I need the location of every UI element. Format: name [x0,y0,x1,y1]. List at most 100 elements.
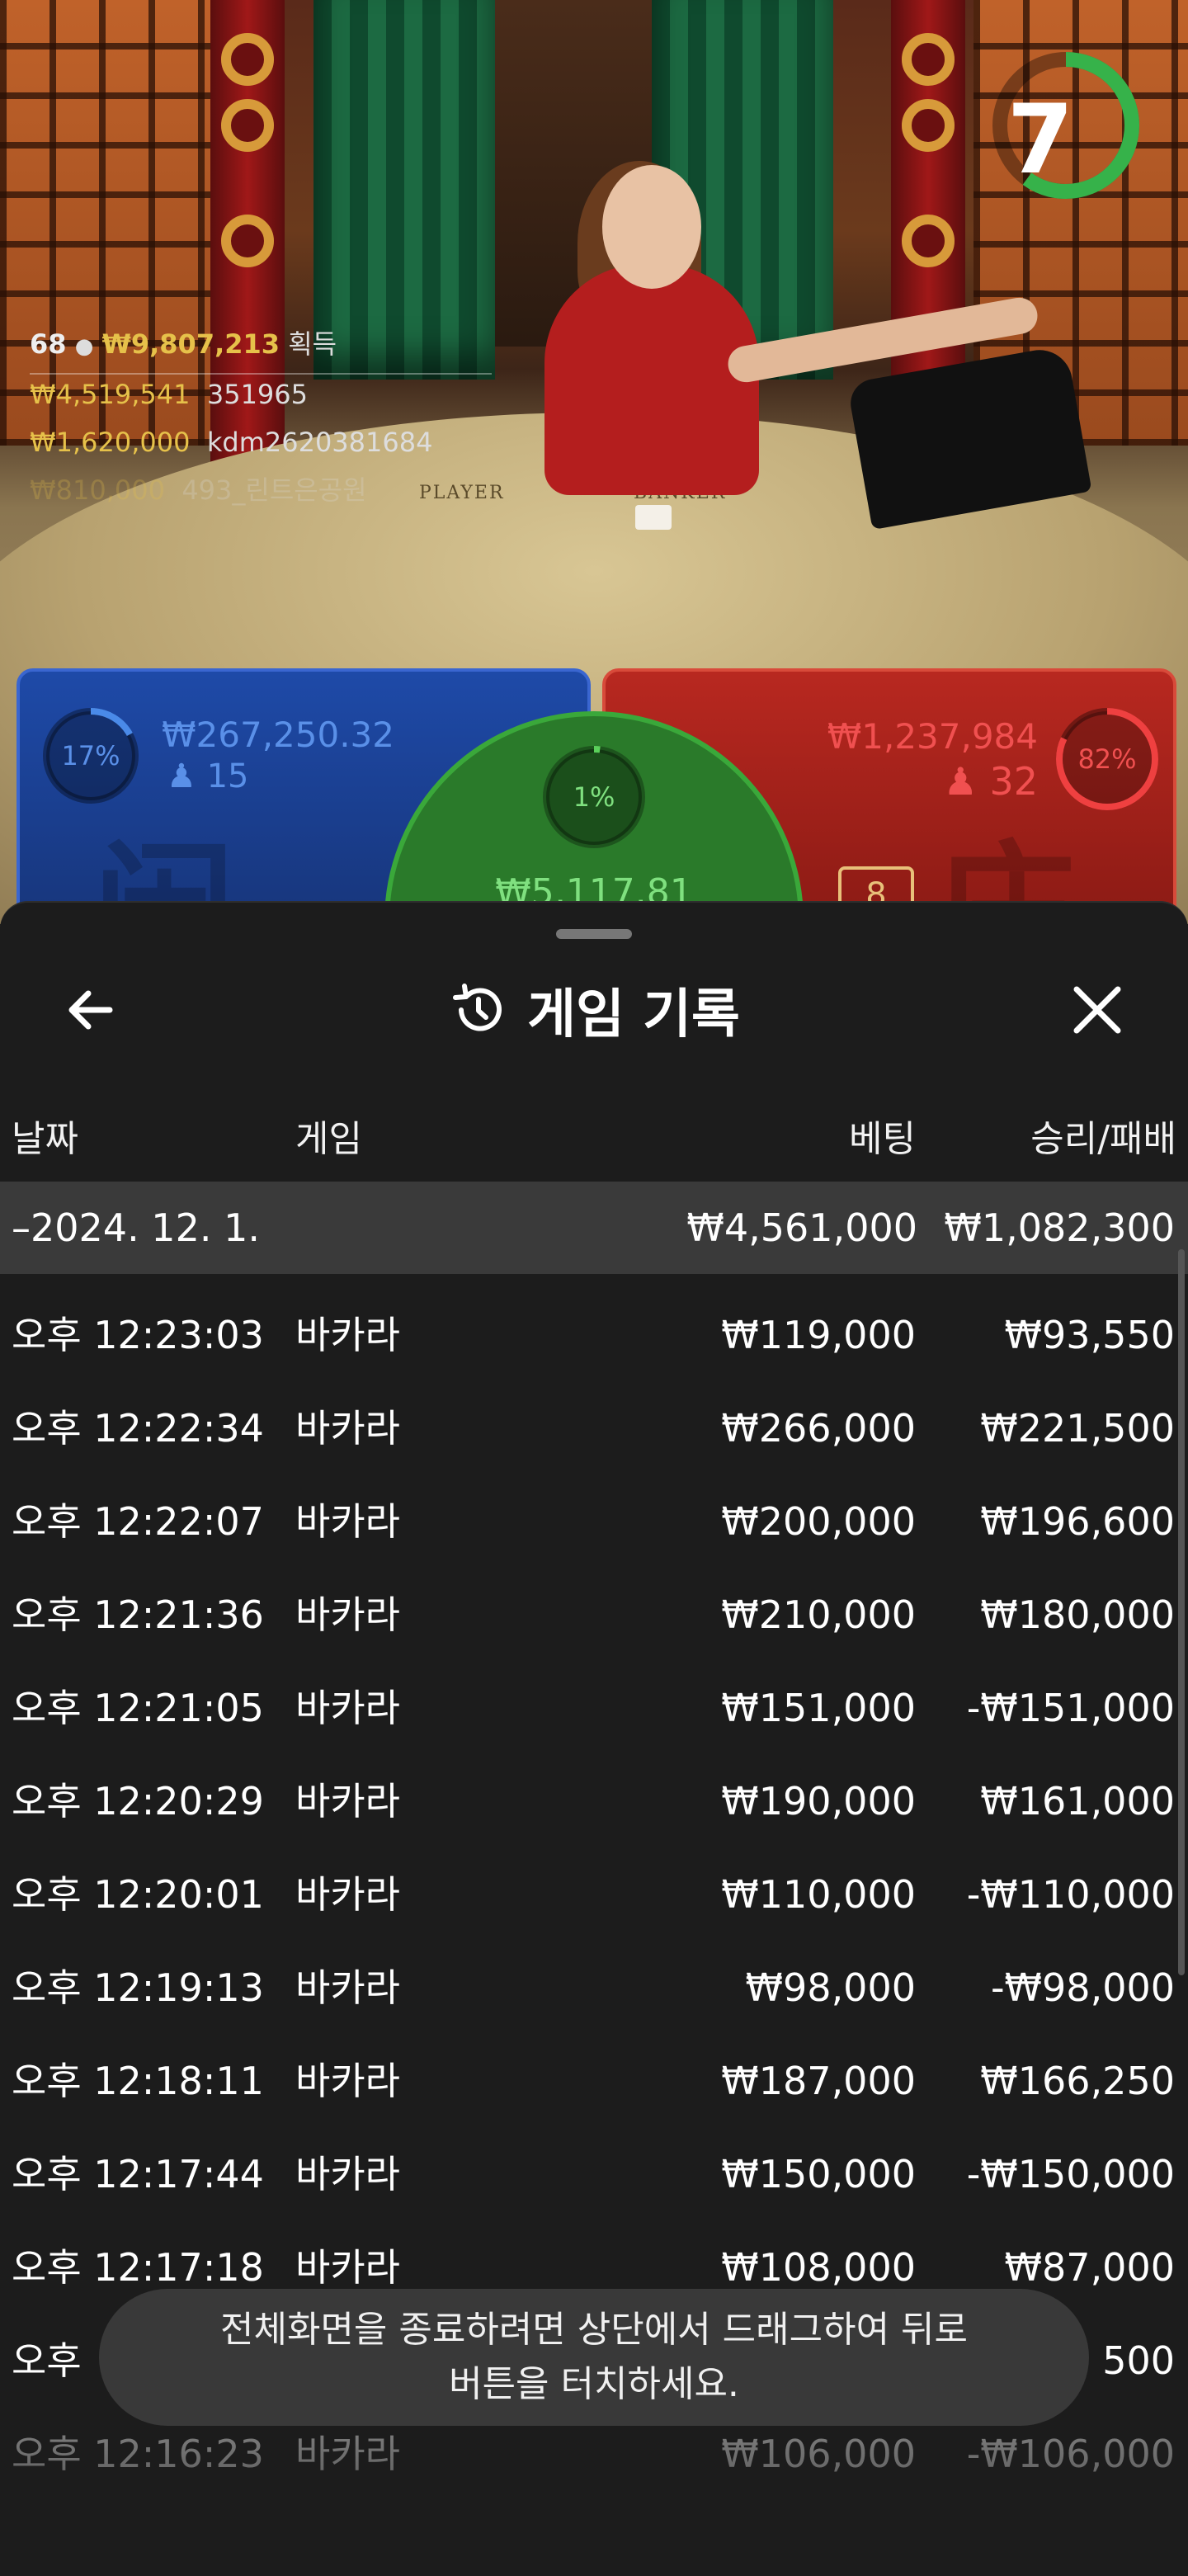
dealer-face [602,165,701,289]
winner-entry: ₩4,519,541 351965 [30,370,432,418]
arrow-left-icon [68,990,113,1030]
pillar-ornament [221,33,274,86]
player-count-value: 15 [206,757,249,795]
history-row[interactable]: 오후 12:18:11 바카라 ₩187,000 ₩166,250 [0,2035,1188,2127]
history-row[interactable]: 오후 12:19:13 바카라 ₩98,000 -₩98,000 [0,1941,1188,2034]
row-result: -₩150,000 [966,2152,1175,2196]
close-icon [1073,986,1121,1034]
winner-amount: ₩4,519,541 [30,379,191,410]
history-row[interactable]: 오후 12:23:03 바카라 ₩119,000 ₩93,550 [0,1289,1188,1381]
back-button[interactable] [50,969,132,1051]
sheet-drag-handle[interactable] [556,929,632,939]
group-result-total: ₩1,082,300 [944,1205,1175,1250]
row-time: 오후 [12,2338,82,2383]
row-bet: ₩210,000 [721,1592,916,1637]
history-icon [453,984,502,1031]
row-game: 바카라 [295,1592,400,1637]
winner-entry: ₩1,620,000 kdm2620381684 [30,418,432,466]
row-result: ₩196,600 [980,1499,1175,1544]
winners-header: 68 ● ₩9,807,213 획득 [30,320,432,370]
row-time: 오후 12:23:03 [12,1313,264,1357]
winner-name: 351965 [206,379,308,410]
sheet-header: 게임 기록 [0,969,1188,1051]
row-game: 바카라 [295,1872,400,1917]
history-row[interactable]: 오후 12:17:44 바카라 ₩150,000 -₩150,000 [0,2128,1188,2220]
pillar-ornament [902,215,955,267]
row-game: 바카라 [295,1965,400,2010]
row-bet: ₩98,000 [745,1965,916,2010]
dealer [544,264,759,495]
banker-bet-total: ₩1,237,984 [827,716,1038,757]
row-game: 바카라 [295,1499,400,1544]
row-bet: ₩200,000 [721,1499,916,1544]
history-row[interactable]: 오후 12:21:05 바카라 ₩151,000 -₩151,000 [0,1662,1188,1754]
card [635,505,672,530]
user-icon: ♟ [167,757,196,795]
column-header-date[interactable]: 날짜 [12,1109,78,1162]
column-header-game[interactable]: 게임 [295,1109,362,1162]
winners-count: 68 [30,328,67,360]
row-bet: ₩266,000 [721,1406,916,1451]
row-game: 바카라 [295,1686,400,1730]
user-icon: ● [74,334,94,359]
row-result: ₩161,000 [980,1779,1175,1823]
row-game: 바카라 [295,1406,400,1451]
player-bet-total: ₩267,250.32 [162,715,395,755]
winner-name: 493_린트은공원 [182,474,367,506]
row-result: ₩180,000 [980,1592,1175,1637]
history-row[interactable]: 오후 12:21:36 바카라 ₩210,000 ₩180,000 [0,1569,1188,1661]
row-time: 오후 12:19:13 [12,1965,264,2010]
row-result: ₩166,250 [980,2059,1175,2103]
history-row[interactable]: 오후 12:20:29 바카라 ₩190,000 ₩161,000 [0,1755,1188,1847]
row-bet: ₩119,000 [721,1313,916,1357]
row-time: 오후 12:20:01 [12,1872,264,1917]
row-result: ₩221,500 [980,1406,1175,1451]
winners-list: 68 ● ₩9,807,213 획득 ₩4,519,541 351965 ₩1,… [30,320,432,514]
winner-entry: ₩810,000 493_린트은공원 [30,466,432,514]
row-result: 500 [1102,2338,1175,2383]
history-row[interactable]: 오후 12:20:01 바카라 ₩110,000 -₩110,000 [0,1848,1188,1941]
close-button[interactable] [1056,969,1138,1051]
toast-line-1: 전체화면을 종료하려면 상단에서 드래그하여 뒤로 [219,2309,969,2351]
row-result: -₩110,000 [966,1872,1175,1917]
history-row[interactable]: 오후 12:22:34 바카라 ₩266,000 ₩221,500 [0,1382,1188,1474]
group-date: –2024. 12. 1. [12,1205,260,1250]
row-bet: ₩190,000 [721,1779,916,1823]
pillar-ornament [221,99,274,152]
row-result: -₩151,000 [966,1686,1175,1730]
row-time: 오후 12:20:29 [12,1779,264,1823]
player-count: ♟ 15 [167,757,248,795]
toast-line-2: 버튼을 터치하세요. [449,2363,739,2405]
row-game: 바카라 [295,1779,400,1823]
row-game: 바카라 [295,2059,400,2103]
row-bet: ₩110,000 [721,1872,916,1917]
winner-amount: ₩1,620,000 [30,427,191,458]
row-game: 바카라 [295,2152,400,2196]
row-time: 오후 12:22:07 [12,1499,264,1544]
row-bet: ₩187,000 [721,2059,916,2103]
row-result: -₩98,000 [990,1965,1175,2010]
scrollbar[interactable] [1178,1249,1185,1975]
round-timer-value: 7 [1006,84,1074,196]
winner-amount: ₩810,000 [30,474,165,506]
row-game: 바카라 [295,1313,400,1357]
column-header-bet[interactable]: 베팅 [849,1109,916,1162]
row-time: 오후 12:18:11 [12,2059,264,2103]
fullscreen-exit-toast: 전체화면을 종료하려면 상단에서 드래그하여 뒤로 버튼을 터치하세요. [99,2289,1089,2426]
row-time: 오후 12:21:36 [12,1592,264,1637]
column-header-result[interactable]: 승리/패배 [1030,1109,1176,1162]
row-time: 오후 12:21:05 [12,1686,264,1730]
row-result: ₩93,550 [1004,1313,1175,1357]
pillar-ornament [221,215,274,267]
row-time: 오후 12:22:34 [12,1406,264,1451]
page-title: 게임 기록 [527,984,740,1045]
row-bet: ₩151,000 [721,1686,916,1730]
history-row[interactable]: 오후 12:22:07 바카라 ₩200,000 ₩196,600 [0,1475,1188,1568]
row-bet: ₩150,000 [721,2152,916,2196]
winners-label: 획득 [288,328,337,360]
player-percent: 17% [61,740,120,771]
group-bet-total: ₩4,561,000 [686,1205,917,1250]
winners-total: ₩9,807,213 [101,328,280,360]
pillar-ornament [902,33,955,86]
date-group-row[interactable]: –2024. 12. 1. ₩4,561,000 ₩1,082,300 [0,1182,1188,1274]
